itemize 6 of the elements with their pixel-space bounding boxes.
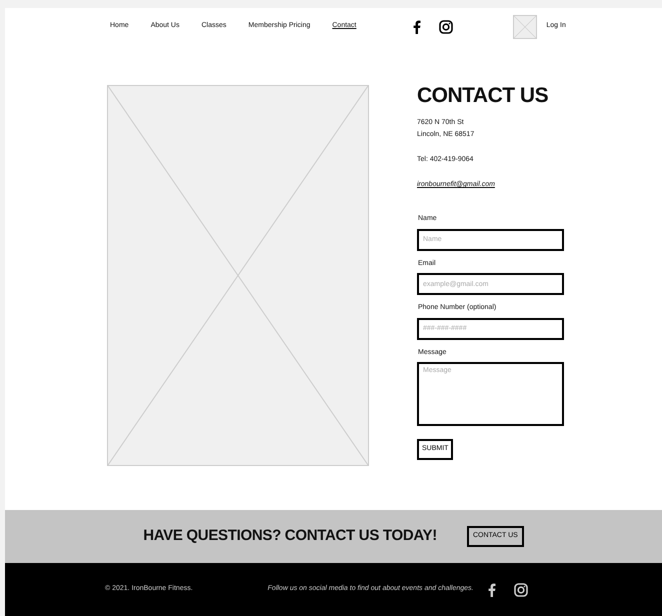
- facebook-icon[interactable]: [488, 582, 496, 596]
- banner-heading: HAVE QUESTIONS? CONTACT US TODAY!: [143, 526, 437, 546]
- avatar-placeholder: [513, 14, 538, 38]
- page-title: CONTACT US: [417, 85, 550, 106]
- facebook-icon[interactable]: [413, 20, 422, 34]
- instagram-icon[interactable]: [439, 20, 454, 34]
